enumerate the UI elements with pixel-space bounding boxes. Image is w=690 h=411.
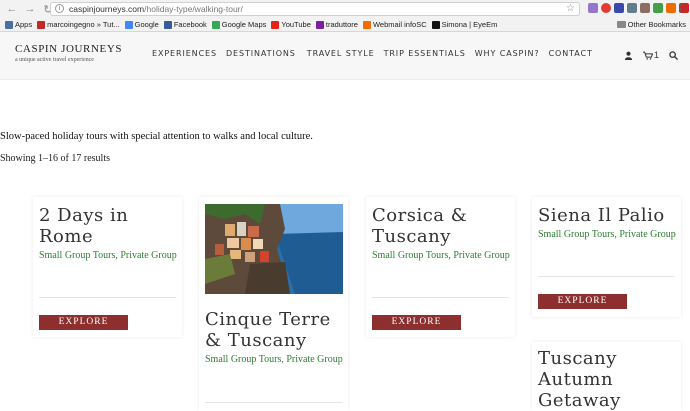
bookmark-item[interactable]: Google [124,20,159,29]
bookmark-item[interactable]: Apps [5,20,32,29]
cinque-terre-image [205,204,343,294]
bookmark-item[interactable]: Webmail infoSC [362,20,427,29]
site-logo-tagline: a unique active travel experience [15,57,94,63]
explore-button[interactable]: EXPLORE [538,294,627,309]
browser-menu-icon[interactable]: ⋮ [675,2,686,15]
browser-nav: ← → ↻ [6,3,54,16]
cart-count: 1 [653,50,659,60]
tour-title[interactable]: Tuscany Autumn Getaway [538,348,678,411]
vpn-icon[interactable] [614,3,624,13]
category-description: Slow-paced holiday tours with special at… [0,131,313,142]
bookmark-label: marcoingegno » Tut... [47,20,120,29]
tour-categories: Small Group Tours, Private Group [538,227,676,243]
bookmark-label: Facebook [173,20,207,29]
cart-icon [642,51,653,60]
tour-card: Tuscany Autumn Getaway [532,342,681,411]
extension-icon[interactable] [588,3,598,13]
card-divider [39,297,176,298]
bookmark-label: Google Maps [221,20,267,29]
tour-title[interactable]: Corsica & Tuscany [372,205,512,247]
eyeem-icon [431,20,440,29]
card-divider [372,297,509,298]
tour-title[interactable]: Cinque Terre & Tuscany [205,309,345,351]
nav-travel-style[interactable]: TRAVEL STYLE [307,49,375,58]
nav-experiences[interactable]: EXPERIENCES [152,49,217,58]
search-icon[interactable] [669,50,678,60]
tour-card: 2 Days in Rome Small Group Tours, Privat… [33,197,182,337]
category-link[interactable]: Private Group [286,354,342,365]
facebook-icon [163,20,172,29]
user-icon[interactable] [624,51,633,60]
nav-why-caspin[interactable]: WHY CASPIN? [475,49,540,58]
other-bookmarks-label: Other Bookmarks [627,20,686,29]
maps-icon [211,20,220,29]
bookmark-label: traduttore [325,20,358,29]
apps-grid-icon [5,20,13,29]
bookmark-item[interactable]: Simona | EyeEm [431,20,498,29]
tour-photo[interactable] [205,204,343,294]
tour-categories: Small Group Tours, Private Group [39,248,177,264]
info-icon[interactable]: i [55,4,64,13]
nav-trip-essentials[interactable]: TRIP ESSENTIALS [384,49,466,58]
bookmark-label: Google [134,20,159,29]
url-text[interactable]: caspinjourneys.com/holiday-type/walking-… [69,4,243,14]
wordpress-icon [37,20,46,29]
opera-icon[interactable] [601,3,611,13]
category-link[interactable]: Private Group [120,250,176,261]
bookmark-label: Webmail infoSC [372,20,427,29]
explore-button[interactable]: EXPLORE [39,315,128,330]
bookmark-item[interactable]: traduttore [315,20,358,29]
evernote-icon[interactable] [653,3,663,13]
tour-title[interactable]: Siena Il Palio [538,205,678,226]
youtube-icon [271,20,280,29]
bookmark-item[interactable]: YouTube [271,20,311,29]
card-divider [538,276,675,277]
result-count: Showing 1–16 of 17 results [0,153,110,164]
bookmark-label: Simona | EyeEm [441,20,498,29]
shield-icon[interactable] [627,3,637,13]
main-nav: EXPERIENCES DESTINATIONS TRAVEL STYLE TR… [152,49,593,58]
cart-button[interactable]: 1 [642,50,659,60]
bookmark-item[interactable]: Facebook [163,20,207,29]
bookmark-label: Apps [15,20,33,29]
clipboard-icon[interactable] [640,3,650,13]
folder-icon [616,21,626,28]
category-link[interactable]: Small Group Tours [372,250,448,261]
header-icons: 1 [624,50,678,60]
webmail-icon [362,20,371,29]
other-bookmarks[interactable]: Other Bookmarks [616,17,686,32]
url-host: caspinjourneys.com [69,4,145,14]
category-link[interactable]: Private Group [453,250,509,261]
nav-destinations[interactable]: DESTINATIONS [226,49,296,58]
nav-contact[interactable]: CONTACT [549,49,593,58]
forward-icon[interactable]: → [24,3,36,16]
url-path: /holiday-type/walking-tour/ [144,4,243,14]
category-link[interactable]: Small Group Tours [538,229,614,240]
tour-categories: Small Group Tours, Private Group [372,248,510,264]
site-header: CASPIN JOURNEYS a unique active travel e… [0,32,690,80]
translate-icon [315,20,324,29]
back-icon[interactable]: ← [6,3,18,16]
tour-card: Siena Il Palio Small Group Tours, Privat… [532,197,681,317]
explore-button[interactable]: EXPLORE [372,315,461,330]
tour-categories: Small Group Tours, Private Group [205,352,343,368]
tour-card: Corsica & Tuscany Small Group Tours, Pri… [366,197,515,337]
address-bar[interactable]: i caspinjourneys.com/holiday-type/walkin… [50,2,580,16]
bookmark-item[interactable]: marcoingegno » Tut... [37,20,120,29]
google-icon [124,20,133,29]
bookmark-star-icon[interactable]: ☆ [566,3,575,14]
tour-title[interactable]: 2 Days in Rome [39,205,177,247]
bookmarks-bar: Apps marcoingegno » Tut... Google Facebook G… [0,17,690,32]
bookmark-label: YouTube [281,20,311,29]
browser-chrome: ← → ↻ i caspinjourneys.com/holiday-type/… [0,0,690,32]
site-logo-title[interactable]: CASPIN JOURNEYS [15,43,122,55]
category-link[interactable]: Small Group Tours [39,250,115,261]
category-link[interactable]: Small Group Tours [205,354,281,365]
bookmark-item[interactable]: Google Maps [211,20,267,29]
category-link[interactable]: Private Group [619,229,675,240]
card-divider [205,402,342,403]
